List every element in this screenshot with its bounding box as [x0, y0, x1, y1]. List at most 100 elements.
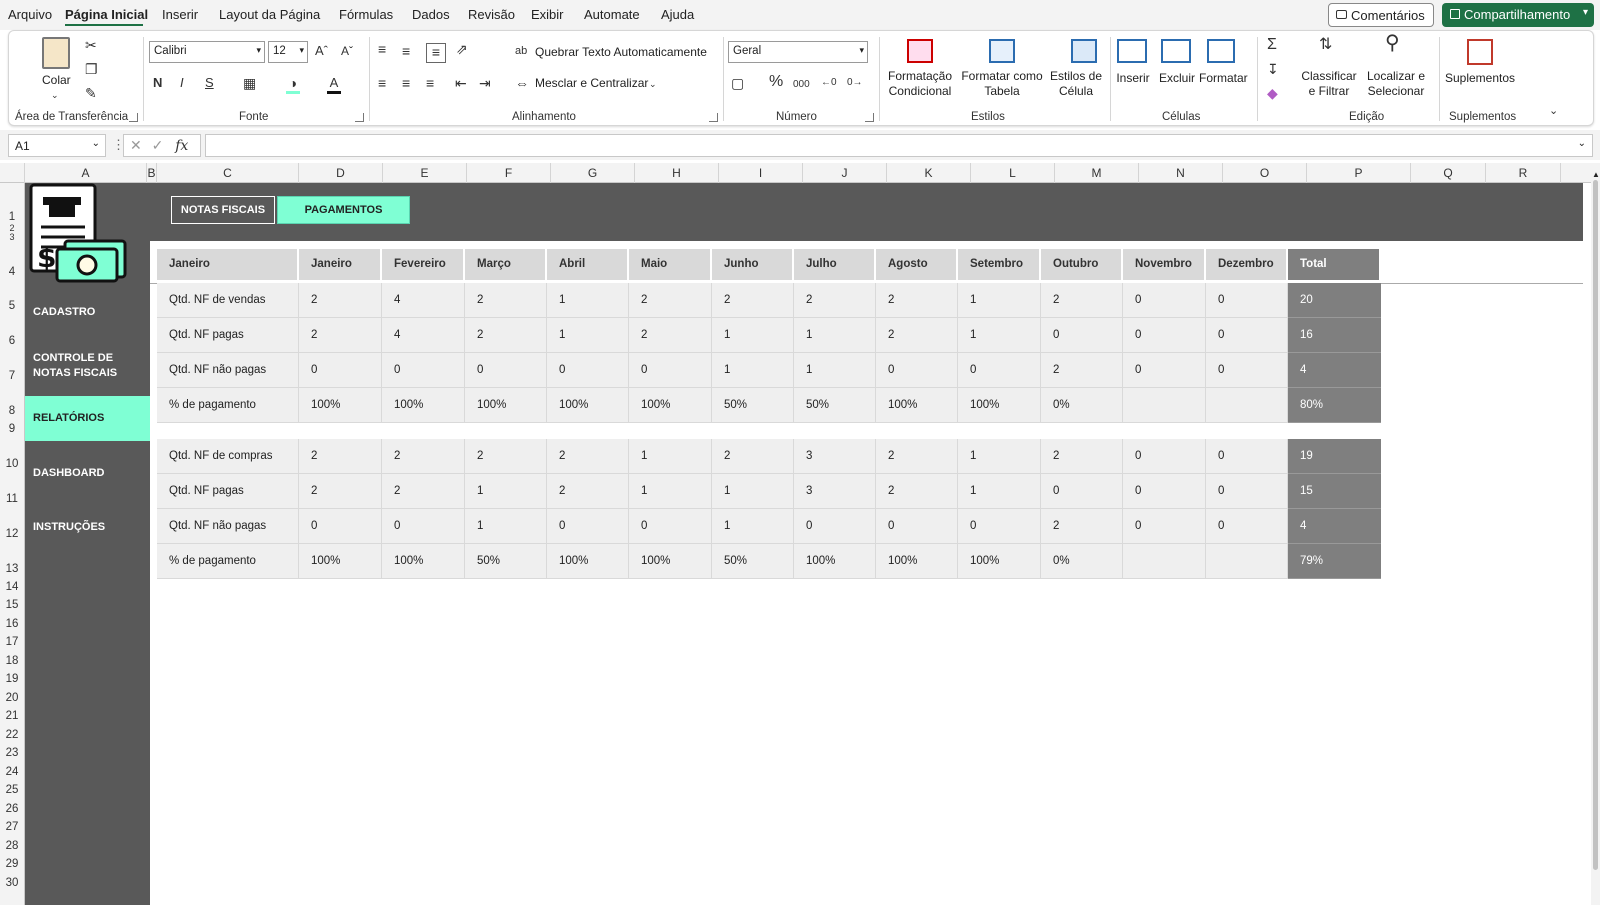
- header-cell-ago[interactable]: Agosto: [876, 249, 956, 280]
- cell-dez[interactable]: 0: [1206, 353, 1288, 388]
- row-label[interactable]: Qtd. NF pagas: [157, 318, 299, 353]
- scrollbar-thumb[interactable]: [1593, 180, 1598, 870]
- format-cells-button[interactable]: Formatar: [1199, 71, 1248, 86]
- header-cell-out[interactable]: Outubro: [1041, 249, 1121, 280]
- cell-abr[interactable]: 1: [547, 283, 629, 318]
- row-header[interactable]: 29: [0, 858, 24, 870]
- cell-jun[interactable]: 1: [712, 509, 794, 544]
- row-header[interactable]: 3: [0, 232, 24, 242]
- find-select-icon[interactable]: ⚲: [1385, 33, 1400, 53]
- header-cell-jan[interactable]: Janeiro: [299, 249, 380, 280]
- cell-set[interactable]: 1: [958, 318, 1041, 353]
- wrap-text-button[interactable]: Quebrar Texto Automaticamente: [535, 45, 707, 60]
- row-label[interactable]: Qtd. NF de vendas: [157, 283, 299, 318]
- row-header[interactable]: 11: [0, 493, 24, 505]
- cell-set[interactable]: 0: [958, 353, 1041, 388]
- cell-mai[interactable]: 1: [629, 474, 712, 509]
- decrease-decimal-icon[interactable]: 0→: [847, 75, 863, 91]
- fill-icon[interactable]: ↧: [1267, 61, 1279, 77]
- column-header-j[interactable]: J: [803, 163, 887, 183]
- cell-abr[interactable]: 0: [547, 353, 629, 388]
- cell-abr[interactable]: 0: [547, 509, 629, 544]
- sidebar-item-instrucoes[interactable]: INSTRUÇÕES: [25, 520, 150, 535]
- cell-total[interactable]: 19: [1288, 439, 1381, 474]
- cancel-icon[interactable]: ✕: [130, 137, 142, 153]
- row-header[interactable]: 26: [0, 803, 24, 815]
- row-header[interactable]: 17: [0, 636, 24, 648]
- cell-set[interactable]: 1: [958, 474, 1041, 509]
- cell-nov[interactable]: 0: [1123, 318, 1206, 353]
- row-header[interactable]: 12: [0, 528, 24, 540]
- cell-jul[interactable]: 1: [794, 318, 876, 353]
- column-header-a[interactable]: A: [25, 163, 147, 183]
- cell-jun[interactable]: 2: [712, 283, 794, 318]
- cell-jun[interactable]: 1: [712, 318, 794, 353]
- font-name-select[interactable]: Calibri ▾: [149, 41, 265, 63]
- italic-button[interactable]: I: [180, 75, 184, 91]
- conditional-formatting-icon[interactable]: [907, 39, 933, 63]
- cell-ago[interactable]: 100%: [876, 544, 958, 579]
- row-header[interactable]: 25: [0, 784, 24, 796]
- cell-jun[interactable]: 1: [712, 353, 794, 388]
- cell-abr[interactable]: 2: [547, 439, 629, 474]
- menu-exibir[interactable]: Exibir: [531, 7, 564, 22]
- row-header[interactable]: 13: [0, 563, 24, 575]
- sidebar-item-relatorios[interactable]: RELATÓRIOS: [25, 396, 150, 441]
- bold-button[interactable]: N: [153, 75, 162, 91]
- row-label[interactable]: % de pagamento: [157, 544, 299, 579]
- column-header-g[interactable]: G: [551, 163, 635, 183]
- cell-jan[interactable]: 2: [299, 318, 382, 353]
- thousands-button[interactable]: 000: [793, 77, 810, 93]
- column-header-k[interactable]: K: [887, 163, 971, 183]
- header-cell-label[interactable]: Janeiro: [157, 249, 297, 280]
- header-cell-mai[interactable]: Maio: [629, 249, 710, 280]
- cell-out[interactable]: 2: [1041, 283, 1123, 318]
- align-top-icon[interactable]: ≡: [378, 41, 386, 57]
- underline-button[interactable]: S: [205, 75, 214, 91]
- cell-jan[interactable]: 0: [299, 353, 382, 388]
- format-cells-icon[interactable]: [1207, 39, 1235, 63]
- cell-jun[interactable]: 50%: [712, 544, 794, 579]
- expand-formula-icon[interactable]: ⌄: [1578, 138, 1586, 149]
- format-painter-icon[interactable]: ✎: [85, 85, 97, 101]
- insert-cells-icon[interactable]: [1117, 39, 1147, 63]
- cut-icon[interactable]: ✂: [85, 37, 97, 53]
- column-header-p[interactable]: P: [1307, 163, 1411, 183]
- sort-filter-button[interactable]: Classificar e Filtrar: [1299, 69, 1359, 99]
- cell-jan[interactable]: 0: [299, 509, 382, 544]
- cell-ago[interactable]: 2: [876, 283, 958, 318]
- cell-dez[interactable]: 0: [1206, 283, 1288, 318]
- column-header-e[interactable]: E: [383, 163, 467, 183]
- row-label[interactable]: Qtd. NF não pagas: [157, 353, 299, 388]
- cell-jul[interactable]: 3: [794, 439, 876, 474]
- scroll-up-icon[interactable]: ▲: [1592, 170, 1600, 179]
- cell-fev[interactable]: 4: [382, 318, 465, 353]
- cell-set[interactable]: 100%: [958, 544, 1041, 579]
- cell-ago[interactable]: 100%: [876, 388, 958, 423]
- sidebar-item-cadastro[interactable]: CADASTRO: [25, 305, 150, 320]
- column-header-h[interactable]: H: [635, 163, 719, 183]
- cell-mar[interactable]: 2: [465, 283, 547, 318]
- cell-jun[interactable]: 50%: [712, 388, 794, 423]
- cell-mar[interactable]: 2: [465, 439, 547, 474]
- cell-mar[interactable]: 50%: [465, 544, 547, 579]
- cell-mai[interactable]: 2: [629, 318, 712, 353]
- cell-total[interactable]: 80%: [1288, 388, 1381, 423]
- decrease-indent-icon[interactable]: ⇤: [455, 75, 467, 91]
- increase-decimal-icon[interactable]: ←0: [821, 75, 837, 91]
- cell-dez[interactable]: [1206, 544, 1288, 579]
- percent-button[interactable]: %: [769, 74, 783, 90]
- cell-set[interactable]: 1: [958, 283, 1041, 318]
- cell-out[interactable]: 0: [1041, 318, 1123, 353]
- cell-total[interactable]: 79%: [1288, 544, 1381, 579]
- column-header-c[interactable]: C: [157, 163, 299, 183]
- column-header-l[interactable]: L: [971, 163, 1055, 183]
- insert-cells-button[interactable]: Inserir: [1113, 71, 1153, 86]
- cell-mai[interactable]: 0: [629, 509, 712, 544]
- menu-inserir[interactable]: Inserir: [162, 7, 198, 22]
- cell-fev[interactable]: 2: [382, 439, 465, 474]
- sheet-grid[interactable]: $ CADASTRO CONTROLE DE NOTAS FISCAIS REL…: [25, 183, 1591, 905]
- cell-jul[interactable]: 1: [794, 353, 876, 388]
- cell-jul[interactable]: 2: [794, 283, 876, 318]
- wrap-text-icon[interactable]: ab: [515, 43, 527, 59]
